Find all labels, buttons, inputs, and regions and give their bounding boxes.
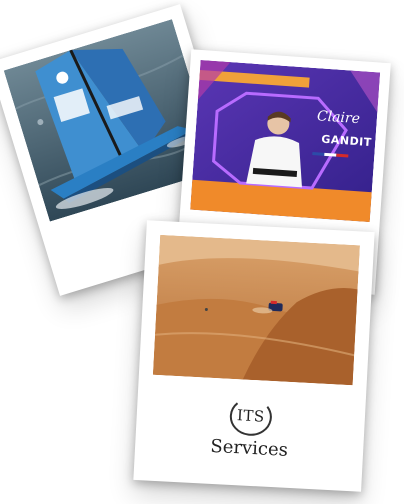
karate-photo: Claire GANDIT xyxy=(190,59,381,223)
desert-image xyxy=(152,234,360,386)
athlete-first-name: Claire xyxy=(316,108,361,128)
polaroid-desert: ITS Services xyxy=(133,220,375,492)
photo-collage: Claire GANDIT ITS Services xyxy=(0,0,404,504)
its-services-logo: ITS Services xyxy=(134,388,366,484)
desert-photo xyxy=(152,234,360,386)
